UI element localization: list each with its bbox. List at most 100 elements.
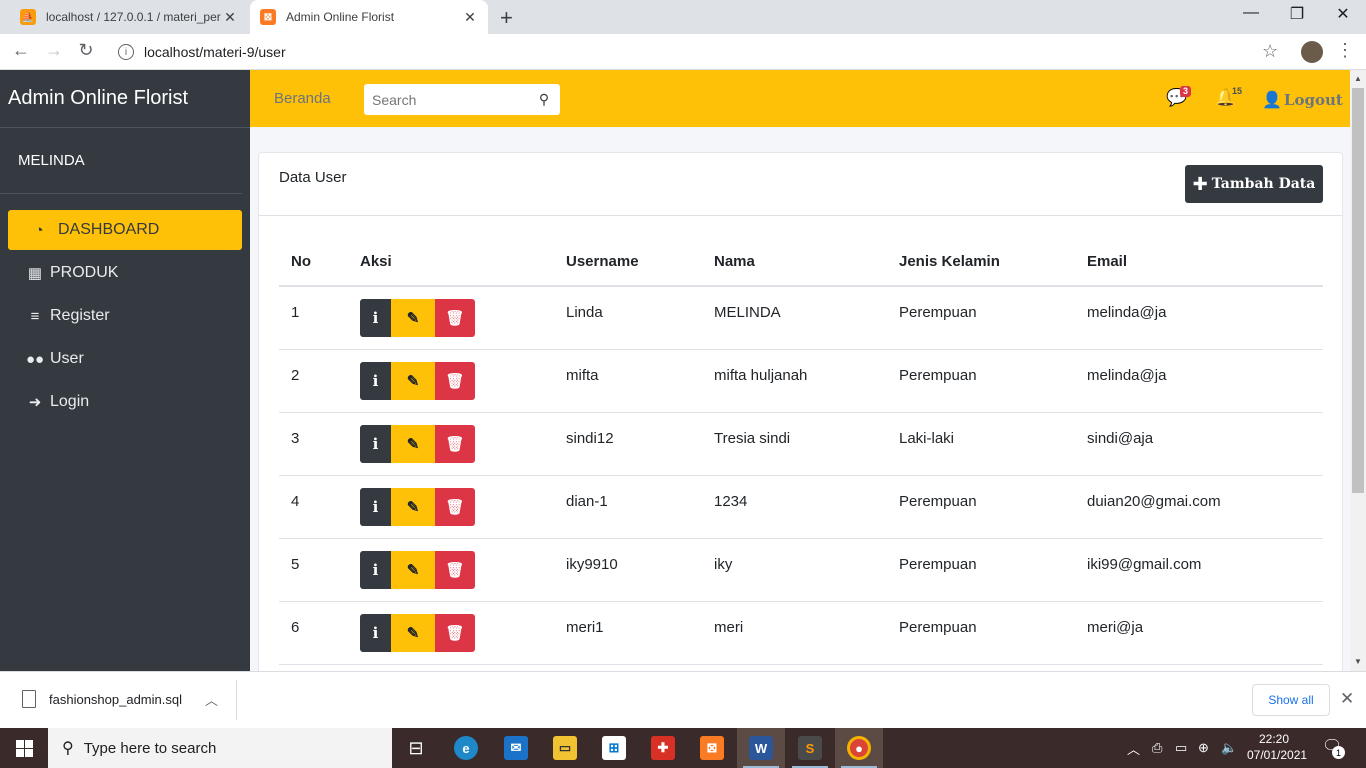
sidebar-item-register[interactable]: ≡ Register	[8, 296, 242, 336]
restore-icon[interactable]: ❐	[1274, 4, 1320, 24]
close-tab-icon[interactable]: ✕	[222, 9, 238, 26]
edit-icon: ✎	[406, 624, 420, 642]
edit-button[interactable]: ✎	[391, 361, 435, 400]
sidebar-item-produk[interactable]: ▦ PRODUK	[8, 253, 242, 293]
scroll-down-icon[interactable]: ▼	[1350, 657, 1366, 666]
file-explorer-icon[interactable]: ▭	[541, 728, 589, 768]
back-icon[interactable]: ←	[9, 40, 33, 61]
sidebar-item-dashboard[interactable]: ◔ DASHBOARD	[8, 210, 242, 250]
volume-icon[interactable]: 🔈	[1221, 728, 1237, 768]
close-window-icon[interactable]: ✕	[1320, 4, 1366, 24]
info-icon: i	[372, 434, 379, 453]
column-header-username: Username	[554, 238, 702, 287]
sidebar-item-label: User	[50, 350, 84, 367]
reload-icon[interactable]: ↻	[74, 40, 98, 61]
delete-button[interactable]: 🗑	[435, 424, 475, 463]
gift-app-icon[interactable]: ✚	[639, 728, 687, 768]
detail-button[interactable]: i	[360, 487, 391, 526]
taskbar-clock[interactable]: 22:20 07/01/2021	[1247, 731, 1307, 763]
download-filename[interactable]: fashionshop_admin.sql	[49, 692, 182, 707]
browser-tab-admin[interactable]: ⊠ Admin Online Florist ✕	[250, 0, 488, 34]
forward-icon[interactable]: →	[42, 40, 66, 61]
nav-link-beranda[interactable]: Beranda	[274, 90, 331, 107]
cell-email: melinda@ja	[1075, 349, 1323, 413]
edge-icon[interactable]: e	[442, 728, 490, 768]
sidebar-user-name[interactable]: MELINDA	[0, 128, 242, 194]
mail-icon[interactable]: ✉	[492, 728, 540, 768]
browser-tab-phpmyadmin[interactable]: ⛵ localhost / 127.0.0.1 / materi_per ✕	[10, 0, 248, 34]
messages-icon[interactable]: 💬 3	[1166, 86, 1192, 108]
cell-aksi: i ✎ 🗑	[348, 475, 554, 539]
new-tab-icon[interactable]: +	[500, 5, 513, 31]
chevron-up-icon[interactable]: ︿	[205, 690, 218, 709]
edit-button[interactable]: ✎	[391, 550, 435, 589]
taskbar-search[interactable]: ⚲ Type here to search	[48, 728, 392, 768]
messages-badge: 3	[1180, 86, 1192, 97]
delete-button[interactable]: 🗑	[435, 550, 475, 589]
add-data-button[interactable]: ✚ Tambah Data	[1185, 165, 1323, 203]
cell-jenis-kelamin: Laki-laki	[887, 412, 1075, 476]
scroll-up-icon[interactable]: ▲	[1350, 74, 1366, 83]
trash-icon: 🗑	[445, 624, 465, 642]
sidebar-menu: ◔ DASHBOARD ▦ PRODUK ≡ Register ●● User …	[0, 194, 250, 422]
xampp-icon[interactable]: ⊠	[688, 728, 736, 768]
edit-button[interactable]: ✎	[391, 613, 435, 652]
delete-button[interactable]: 🗑	[435, 361, 475, 400]
meet-now-icon[interactable]: ⎙	[1152, 728, 1162, 768]
edit-icon: ✎	[406, 310, 420, 327]
url-text[interactable]: localhost/materi-9/user	[144, 44, 286, 60]
detail-button[interactable]: i	[360, 613, 391, 652]
minimize-icon[interactable]: —	[1228, 4, 1274, 22]
trash-icon: 🗑	[445, 435, 465, 453]
delete-button[interactable]: 🗑	[435, 487, 475, 526]
notifications-icon[interactable]: 🔔 15	[1215, 86, 1242, 108]
word-icon[interactable]: W	[737, 728, 785, 768]
sidebar-item-login[interactable]: ➜ Login	[8, 382, 242, 422]
edit-button[interactable]: ✎	[391, 299, 435, 337]
cell-email: iki99@gmail.com	[1075, 538, 1323, 602]
cell-email: sindi@aja	[1075, 412, 1323, 476]
page-scrollbar[interactable]: ▲ ▼	[1350, 70, 1366, 671]
search-icon[interactable]: ⚲	[530, 91, 558, 108]
delete-button[interactable]: 🗑	[435, 613, 475, 652]
detail-button[interactable]: i	[360, 299, 391, 337]
address-bar[interactable]: i localhost/materi-9/user	[110, 37, 1290, 67]
action-center-icon[interactable]: 🗨 1	[1322, 736, 1345, 759]
detail-button[interactable]: i	[360, 550, 391, 589]
info-icon: i	[372, 371, 379, 390]
chrome-icon[interactable]: ●	[835, 728, 883, 768]
cell-email: melinda@ja	[1075, 286, 1323, 350]
profile-avatar[interactable]	[1301, 41, 1323, 63]
detail-button[interactable]: i	[360, 424, 391, 463]
task-view-icon[interactable]: ⊟	[392, 728, 440, 768]
action-button-group: i ✎ 🗑	[360, 487, 554, 526]
cell-username: meri1	[554, 601, 702, 665]
cell-email: duian20@gmai.com	[1075, 475, 1323, 539]
logout-link[interactable]: 👤 Logout	[1262, 90, 1343, 109]
edit-button[interactable]: ✎	[391, 424, 435, 463]
show-hidden-icons-icon[interactable]: ︿	[1127, 728, 1140, 768]
detail-button[interactable]: i	[360, 361, 391, 400]
sidebar-item-user[interactable]: ●● User	[8, 339, 242, 379]
show-all-button[interactable]: Show all	[1252, 684, 1330, 716]
site-info-icon[interactable]: i	[118, 44, 134, 60]
cell-username: sindi12	[554, 412, 702, 476]
close-tab-icon[interactable]: ✕	[462, 9, 478, 26]
sublime-text-icon[interactable]: S	[786, 728, 834, 768]
bars-icon: ≡	[30, 307, 40, 325]
battery-icon[interactable]: ▭	[1175, 728, 1187, 768]
start-button[interactable]	[0, 728, 48, 768]
bookmark-star-icon[interactable]: ☆	[1262, 41, 1278, 62]
search-input[interactable]	[364, 91, 530, 108]
delete-button[interactable]: 🗑	[435, 299, 475, 337]
cell-aksi: i ✎ 🗑	[348, 601, 554, 665]
network-icon[interactable]: ⊕	[1198, 728, 1209, 768]
close-shelf-icon[interactable]: ✕	[1340, 689, 1354, 709]
edit-button[interactable]: ✎	[391, 487, 435, 526]
browser-menu-icon[interactable]: ⋮	[1336, 40, 1354, 61]
trash-icon: 🗑	[445, 561, 465, 579]
store-icon[interactable]: ⊞	[590, 728, 638, 768]
trash-icon: 🗑	[445, 372, 465, 390]
brand-title[interactable]: Admin Online Florist	[0, 70, 250, 128]
scrollbar-thumb[interactable]	[1352, 88, 1364, 493]
